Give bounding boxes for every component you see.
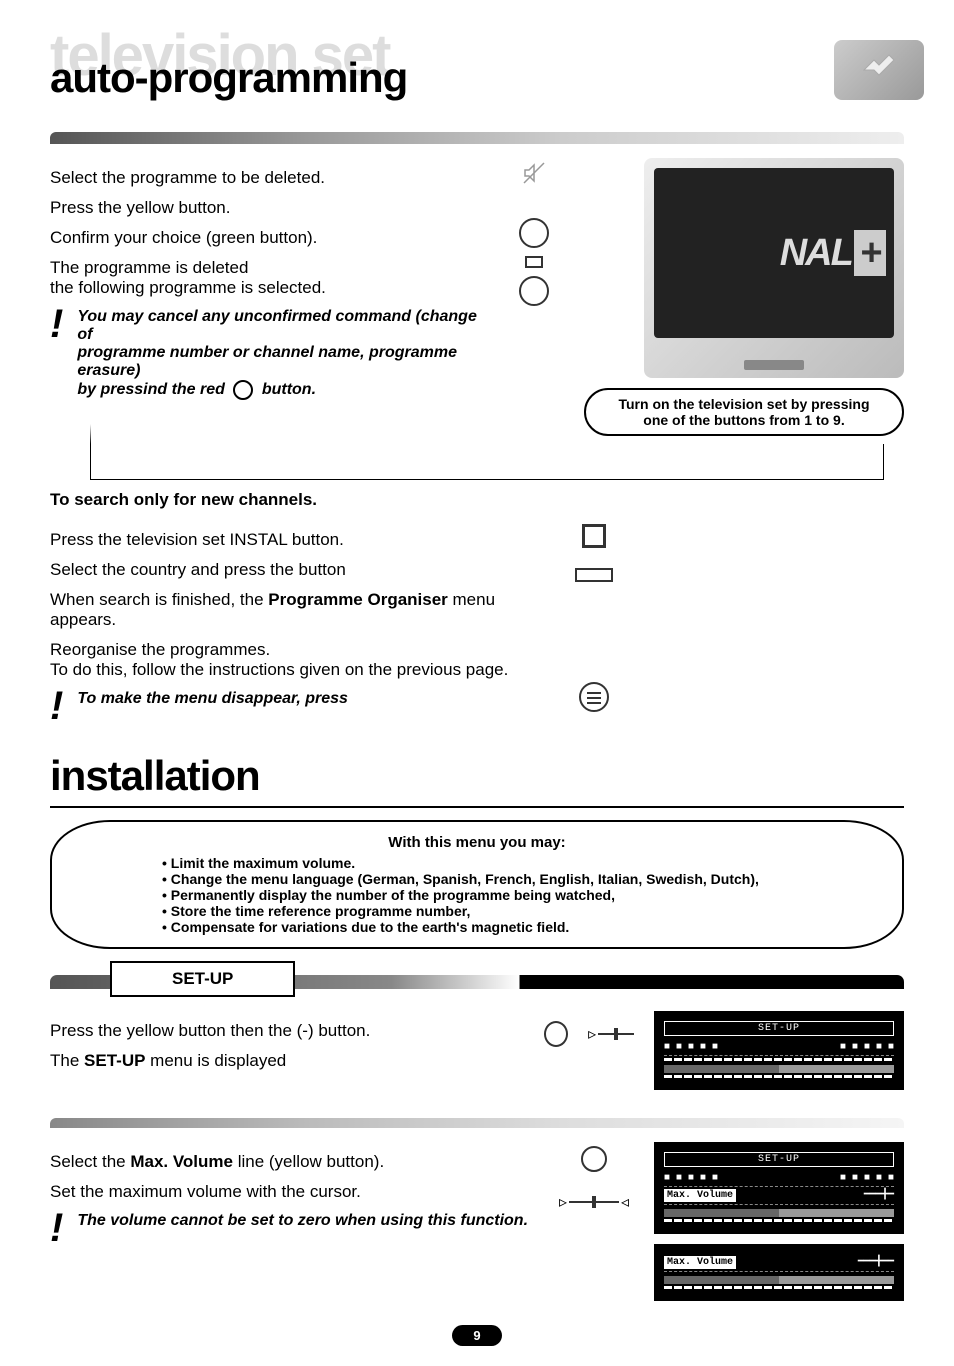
instruction: The programme is deleted <box>50 258 484 278</box>
button-icon <box>519 218 549 248</box>
instruction: Select the programme to be deleted. <box>50 168 484 188</box>
rect-button-icon <box>575 568 613 582</box>
menu-button-icon <box>579 682 609 712</box>
instruction: Reorganise the programmes. <box>50 640 544 660</box>
instruction: When search is finished, the Programme O… <box>50 590 544 630</box>
section-heading: To search only for new channels. <box>50 490 904 510</box>
note-text: button. <box>262 381 316 398</box>
rect-icon <box>525 256 543 268</box>
step-connector <box>90 444 884 480</box>
page-header: television set auto-programming <box>50 30 904 102</box>
yellow-button-icon <box>581 1146 607 1172</box>
installation-title: installation <box>50 752 904 800</box>
cancel-note: ! You may cancel any unconfirmed command… <box>50 308 484 400</box>
cursor-slider-icon: ▹◃ <box>559 1192 629 1212</box>
exclaim-icon: ! <box>50 308 63 340</box>
yellow-button-icon <box>544 1021 568 1047</box>
divider <box>50 1118 904 1128</box>
instruction: Select the country and press the button <box>50 560 544 580</box>
instruction: Set the maximum volume with the cursor. <box>50 1182 544 1202</box>
note-text: programme number or channel name, progra… <box>77 344 457 379</box>
instruction: Select the Max. Volume line (yellow butt… <box>50 1152 544 1172</box>
tv-logo: NAL+ <box>780 232 886 275</box>
instruction: Press the television set INSTAL button. <box>50 530 544 550</box>
instruction: Confirm your choice (green button). <box>50 228 484 248</box>
instruction: Press the yellow button. <box>50 198 484 218</box>
minus-slider-icon: ▹ <box>588 1024 634 1044</box>
instruction: the following programme is selected. <box>50 278 484 298</box>
oval-item: Compensate for variations due to the ear… <box>162 919 852 935</box>
exclaim-icon: ! <box>50 1212 63 1244</box>
mute-icon <box>519 158 549 188</box>
maxvolume-screen-2: Max. Volume━━━╋━━ <box>654 1244 904 1301</box>
instruction: To do this, follow the instructions give… <box>50 660 544 680</box>
note-text: You may cancel any unconfirmed command (… <box>77 308 477 343</box>
exclaim-icon: ! <box>50 690 63 722</box>
button-icon <box>519 276 549 306</box>
note-text: To make the menu disappear, press <box>77 690 544 708</box>
oval-item: Permanently display the number of the pr… <box>162 887 852 903</box>
setup-pill-label: SET-UP <box>110 961 295 997</box>
tv-illustration: NAL+ <box>644 158 904 378</box>
oval-title: With this menu you may: <box>102 834 852 851</box>
instruction: The SET-UP menu is displayed <box>50 1051 534 1071</box>
oval-item: Store the time reference programme numbe… <box>162 903 852 919</box>
oval-item: Change the menu language (German, Spanis… <box>162 871 852 887</box>
menu-options-callout: With this menu you may: Limit the maximu… <box>50 820 904 949</box>
maxvolume-screen-1: SET-UP ■ ■ ■ ■ ■■ ■ ■ ■ ■ Max. Volume━━━… <box>654 1142 904 1234</box>
note-text: The volume cannot be set to zero when us… <box>77 1212 544 1230</box>
main-title: auto-programming <box>50 54 904 102</box>
setup-screen-illustration: SET-UP ■ ■ ■ ■ ■■ ■ ■ ■ ■ <box>654 1011 904 1090</box>
divider <box>50 132 904 144</box>
menu-close-note: ! To make the menu disappear, press <box>50 690 544 722</box>
pause-button-icon <box>233 380 253 400</box>
note-text: by pressind the red <box>77 381 225 398</box>
setup-header: SET-UP <box>50 961 904 1001</box>
volume-zero-note: ! The volume cannot be set to zero when … <box>50 1212 544 1244</box>
instal-button-icon <box>582 524 606 548</box>
underline <box>50 806 904 808</box>
turn-on-callout: Turn on the television set by pressing o… <box>584 388 904 436</box>
corner-decor-icon <box>834 40 924 100</box>
instruction: Press the yellow button then the (-) but… <box>50 1021 534 1041</box>
oval-item: Limit the maximum volume. <box>162 855 852 871</box>
